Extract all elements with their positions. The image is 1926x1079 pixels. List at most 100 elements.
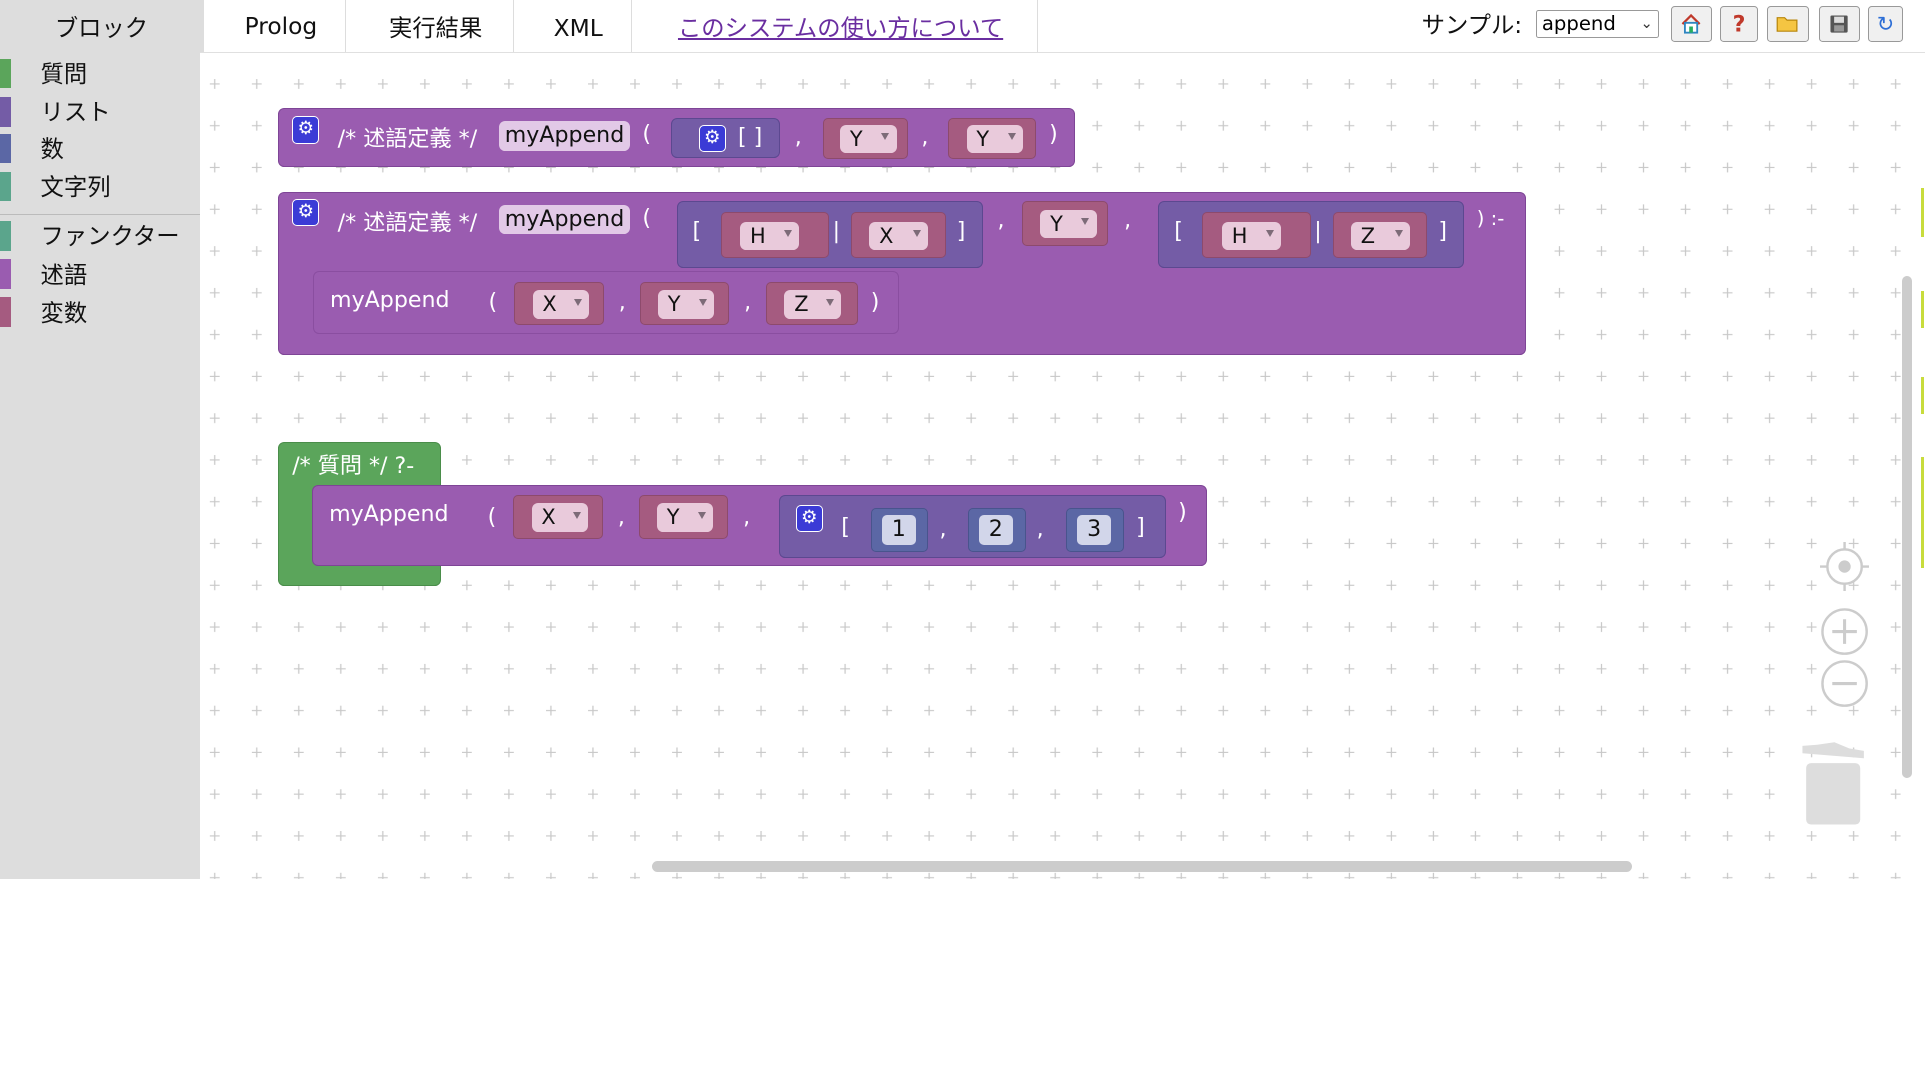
category-list[interactable]: リスト xyxy=(0,92,200,127)
variable-name: Y xyxy=(667,292,681,317)
predicate-name-field[interactable]: myAppend xyxy=(498,121,631,151)
variable-name: Z xyxy=(1360,223,1376,248)
variable-dropdown[interactable]: Z xyxy=(1350,221,1410,250)
sample-select[interactable]: append ⌄ xyxy=(1535,9,1659,39)
comma: , xyxy=(1036,515,1044,542)
edge-indicator xyxy=(1920,377,1925,415)
gear-icon[interactable]: ⚙ xyxy=(292,198,320,226)
predicate-name-field[interactable]: myAppend xyxy=(498,204,631,235)
list-block[interactable]: ⚙ [ 1 , 2 , 3 ] xyxy=(778,494,1166,558)
variable-block[interactable]: X xyxy=(851,212,946,258)
variable-block[interactable]: X xyxy=(514,282,605,326)
open-paren: ( xyxy=(642,204,652,231)
variable-block[interactable]: Y xyxy=(638,494,729,540)
predicate-definition-block[interactable]: ⚙ /* 述語定義 */ myAppend ( ⚙ [ ] , Y , Y ) xyxy=(277,108,1076,168)
variable-block[interactable]: Y xyxy=(1022,201,1109,246)
variable-dropdown[interactable]: H xyxy=(740,221,800,250)
variable-block[interactable]: Z xyxy=(1332,212,1428,258)
variable-dropdown[interactable]: Y xyxy=(839,124,897,154)
empty-list-label: [ ] xyxy=(738,123,763,150)
variable-dropdown[interactable]: X xyxy=(532,290,590,319)
tab-prolog[interactable]: Prolog xyxy=(216,0,347,52)
workspace[interactable] xyxy=(200,51,1926,879)
variable-block[interactable]: H xyxy=(720,212,829,258)
predicate-call-name: myAppend xyxy=(329,501,449,528)
about-link[interactable]: このシステムの使い方について xyxy=(678,9,1003,43)
dropdown-arrow-icon xyxy=(881,133,890,141)
category-label: リスト xyxy=(40,98,111,127)
list-cons-block[interactable]: [ H | X ] xyxy=(676,201,983,268)
help-button[interactable]: ? xyxy=(1720,6,1759,42)
variable-dropdown[interactable]: Y xyxy=(656,503,714,532)
variable-dropdown[interactable]: X xyxy=(531,503,589,532)
comma: , xyxy=(743,503,751,530)
variable-block[interactable]: Y xyxy=(948,117,1036,160)
query-comment: /* 質問 */ ?- xyxy=(292,453,415,480)
variable-block[interactable]: Z xyxy=(766,282,859,326)
variable-dropdown[interactable]: X xyxy=(869,221,929,250)
vertical-scrollbar[interactable] xyxy=(1902,276,1912,778)
predicate-call-block[interactable]: myAppend ( X , Y , ⚙ [ 1 , 2 , 3 ] ) xyxy=(312,485,1207,567)
variable-dropdown[interactable]: Y xyxy=(657,290,715,319)
dropdown-arrow-icon xyxy=(1265,230,1274,237)
variable-block[interactable]: X xyxy=(513,494,604,540)
home-icon xyxy=(1681,13,1701,34)
variable-dropdown[interactable]: H xyxy=(1221,221,1281,250)
category-color-swatch xyxy=(0,58,12,89)
toolbox-separator xyxy=(0,213,201,215)
category-color-swatch xyxy=(0,97,12,127)
tab-about[interactable]: このシステムの使い方について xyxy=(644,0,1039,52)
close-paren: ) xyxy=(1178,498,1187,525)
number-block[interactable]: 1 xyxy=(870,508,929,553)
svg-text:?: ? xyxy=(1733,12,1746,37)
number-value[interactable]: 3 xyxy=(1076,515,1112,545)
gear-icon[interactable]: ⚙ xyxy=(698,124,726,152)
number-value[interactable]: 1 xyxy=(881,515,916,545)
category-number[interactable]: 数 xyxy=(0,129,200,164)
category-label: 数 xyxy=(40,135,64,164)
predicate-rule-block[interactable]: ⚙ /* 述語定義 */ myAppend ( [ H | X ] , Y , … xyxy=(277,191,1527,356)
variable-dropdown[interactable]: Y xyxy=(966,124,1024,154)
sample-select-value: append xyxy=(1541,12,1616,36)
home-button[interactable] xyxy=(1671,6,1712,42)
zoom-in-icon[interactable] xyxy=(1820,607,1869,656)
category-color-swatch xyxy=(0,221,12,251)
category-functor[interactable]: ファンクター xyxy=(0,216,200,251)
list-open-bracket: [ xyxy=(692,218,702,245)
predicate-call-block[interactable]: myAppend ( X , Y , Z ) xyxy=(313,271,900,334)
variable-block[interactable]: Y xyxy=(639,282,730,326)
trash-icon[interactable] xyxy=(1800,741,1869,827)
refresh-button[interactable]: ↻ xyxy=(1867,6,1904,42)
dropdown-arrow-icon xyxy=(912,230,921,237)
empty-list-block[interactable]: ⚙ [ ] xyxy=(670,117,780,159)
help-icon: ? xyxy=(1733,12,1746,37)
gear-icon[interactable]: ⚙ xyxy=(795,504,823,532)
variable-dropdown[interactable]: Y xyxy=(1040,209,1097,238)
tab-xml[interactable]: XML xyxy=(526,0,632,52)
recenter-icon[interactable] xyxy=(1819,541,1869,592)
number-block[interactable]: 2 xyxy=(967,508,1026,553)
edge-indicator xyxy=(1920,187,1925,238)
predicate-call-name: myAppend xyxy=(330,287,450,314)
comma: , xyxy=(1124,207,1132,234)
horizontal-scrollbar[interactable] xyxy=(652,861,1632,873)
category-predicate[interactable]: 述語 xyxy=(0,254,200,289)
category-string[interactable]: 文字列 xyxy=(0,167,200,202)
dropdown-arrow-icon xyxy=(698,511,707,519)
tab-result[interactable]: 実行結果 xyxy=(359,0,514,52)
list-cons-block[interactable]: [ H | Z ] xyxy=(1158,201,1465,268)
zoom-out-icon[interactable] xyxy=(1820,659,1869,708)
category-question[interactable]: 質問 xyxy=(0,54,200,89)
variable-dropdown[interactable]: Z xyxy=(784,290,841,319)
open-button[interactable] xyxy=(1766,6,1809,42)
variable-block[interactable]: H xyxy=(1202,212,1311,258)
tab-blocks[interactable]: ブロック xyxy=(0,0,204,52)
save-button[interactable] xyxy=(1818,6,1861,42)
list-open-bracket: [ xyxy=(841,514,850,541)
number-block[interactable]: 3 xyxy=(1066,508,1124,553)
gear-icon[interactable]: ⚙ xyxy=(292,116,320,144)
category-variable[interactable]: 変数 xyxy=(0,292,200,327)
variable-block[interactable]: Y xyxy=(823,117,908,160)
list-open-bracket: [ xyxy=(1174,218,1183,245)
number-value[interactable]: 2 xyxy=(978,515,1013,545)
